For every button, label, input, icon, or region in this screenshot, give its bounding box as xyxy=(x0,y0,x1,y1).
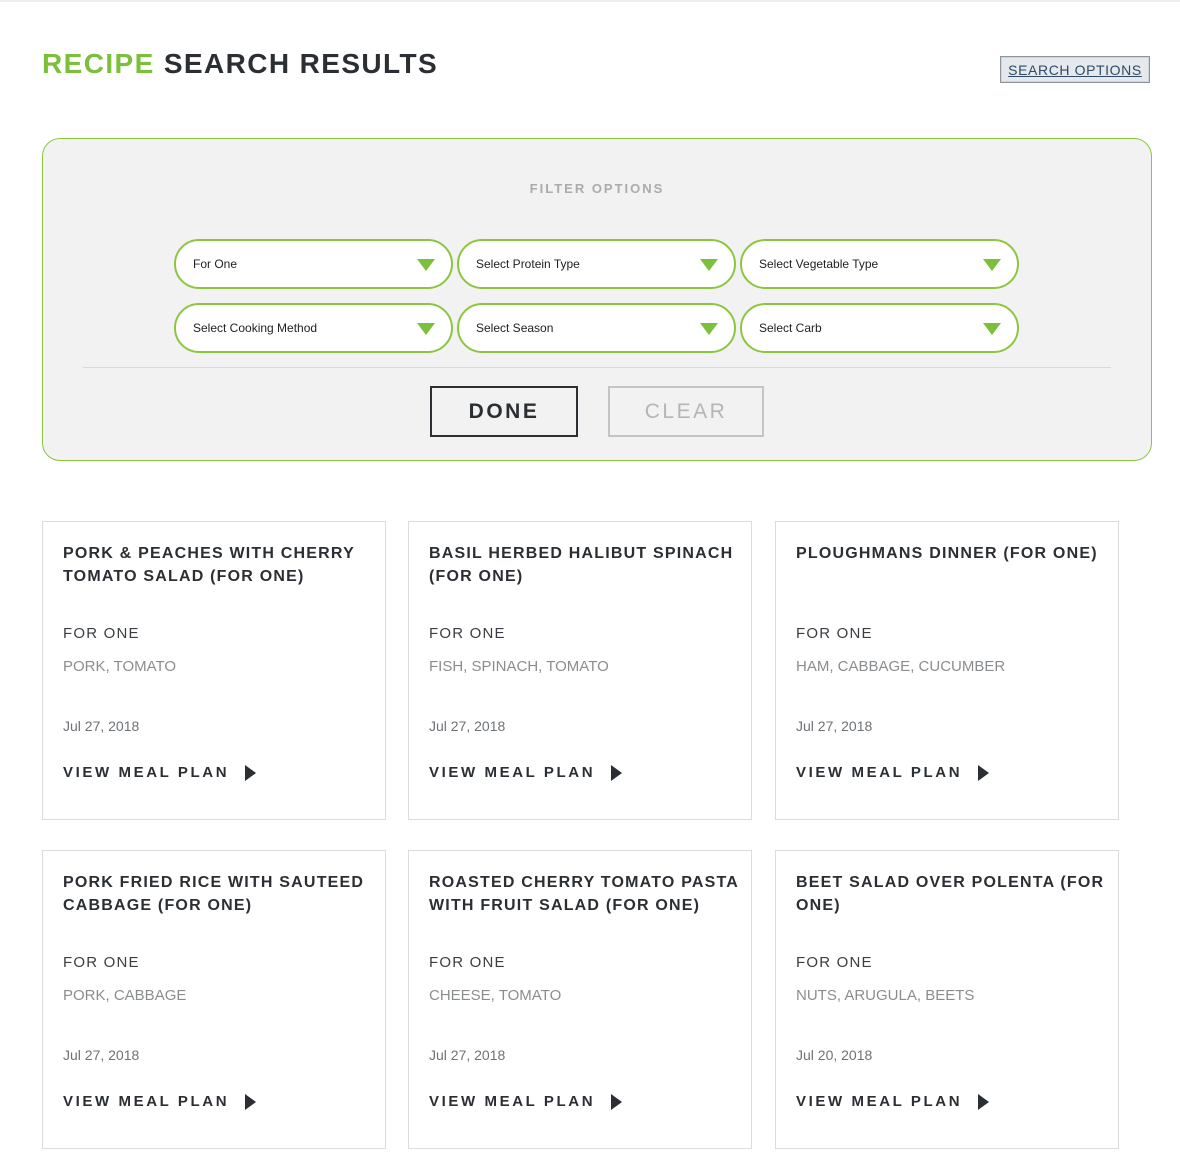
recipe-title[interactable]: ROASTED CHERRY TOMATO PASTA WITH FRUIT S… xyxy=(429,871,739,917)
play-arrow-icon xyxy=(978,764,990,781)
view-meal-plan-label: VIEW MEAL PLAN xyxy=(796,1093,963,1110)
chevron-down-icon xyxy=(700,323,718,335)
recipe-date: Jul 20, 2018 xyxy=(796,1047,873,1063)
page-title: RECIPE SEARCH RESULTS xyxy=(42,48,438,80)
recipe-title[interactable]: PLOUGHMANS DINNER (FOR ONE) xyxy=(796,542,1106,565)
recipe-serving: FOR ONE xyxy=(63,625,140,642)
play-arrow-icon xyxy=(611,764,623,781)
recipe-ingredients: PORK, TOMATO xyxy=(63,658,177,675)
page-title-rest: SEARCH RESULTS xyxy=(163,48,439,79)
view-meal-plan-label: VIEW MEAL PLAN xyxy=(63,1093,230,1110)
recipe-title[interactable]: BEET SALAD OVER POLENTA (FOR ONE) xyxy=(796,871,1106,917)
recipe-ingredients: PORK, CABBAGE xyxy=(63,987,187,1004)
play-arrow-icon xyxy=(245,764,257,781)
search-options-button[interactable]: SEARCH OPTIONS xyxy=(1000,56,1150,83)
recipe-serving: FOR ONE xyxy=(429,625,506,642)
view-meal-plan-link[interactable]: VIEW MEAL PLAN xyxy=(796,1093,990,1110)
play-arrow-icon xyxy=(245,1093,257,1110)
carb-select-value: Select Carb xyxy=(759,321,822,335)
protein-type-select[interactable]: Select Protein Type xyxy=(457,239,736,289)
recipe-ingredients: FISH, SPINACH, TOMATO xyxy=(429,658,609,675)
recipe-ingredients: HAM, CABBAGE, CUCUMBER xyxy=(796,658,1006,675)
recipe-date: Jul 27, 2018 xyxy=(63,718,140,734)
recipe-date: Jul 27, 2018 xyxy=(63,1047,140,1063)
vegetable-type-select-value: Select Vegetable Type xyxy=(759,257,879,271)
cooking-method-select-value: Select Cooking Method xyxy=(193,321,318,335)
recipe-card: PORK FRIED RICE WITH SAUTEED CABBAGE (FO… xyxy=(42,850,386,1149)
recipe-serving: FOR ONE xyxy=(63,954,140,971)
season-select[interactable]: Select Season xyxy=(457,303,736,353)
cooking-method-select[interactable]: Select Cooking Method xyxy=(174,303,453,353)
recipe-serving: FOR ONE xyxy=(796,625,873,642)
serving-size-select[interactable]: For One xyxy=(174,239,453,289)
page-title-accent: RECIPE xyxy=(42,48,155,79)
recipe-card: PORK & PEACHES WITH CHERRY TOMATO SALAD … xyxy=(42,521,386,820)
view-meal-plan-link[interactable]: VIEW MEAL PLAN xyxy=(429,1093,623,1110)
chevron-down-icon xyxy=(700,259,718,271)
view-meal-plan-link[interactable]: VIEW MEAL PLAN xyxy=(429,764,623,781)
play-arrow-icon xyxy=(611,1093,623,1110)
recipe-title[interactable]: PORK FRIED RICE WITH SAUTEED CABBAGE (FO… xyxy=(63,871,373,917)
filter-heading: FILTER OPTIONS xyxy=(529,181,665,196)
recipe-date: Jul 27, 2018 xyxy=(429,1047,506,1063)
recipe-search-page: RECIPE SEARCH RESULTS SEARCH OPTIONS FIL… xyxy=(0,0,1180,1160)
view-meal-plan-label: VIEW MEAL PLAN xyxy=(429,1093,596,1110)
carb-select[interactable]: Select Carb xyxy=(740,303,1019,353)
view-meal-plan-label: VIEW MEAL PLAN xyxy=(63,764,230,781)
vegetable-type-select[interactable]: Select Vegetable Type xyxy=(740,239,1019,289)
recipe-date: Jul 27, 2018 xyxy=(429,718,506,734)
recipe-card: BEET SALAD OVER POLENTA (FOR ONE) FOR ON… xyxy=(775,850,1119,1149)
done-button[interactable]: DONE xyxy=(430,386,578,437)
chevron-down-icon xyxy=(983,259,1001,271)
view-meal-plan-link[interactable]: VIEW MEAL PLAN xyxy=(63,764,257,781)
recipe-title[interactable]: BASIL HERBED HALIBUT SPINACH (FOR ONE) xyxy=(429,542,739,588)
recipe-card: PLOUGHMANS DINNER (FOR ONE) FOR ONE HAM,… xyxy=(775,521,1119,820)
recipe-ingredients: NUTS, ARUGULA, BEETS xyxy=(796,987,975,1004)
recipe-serving: FOR ONE xyxy=(796,954,873,971)
recipe-ingredients: CHEESE, TOMATO xyxy=(429,987,562,1004)
top-divider xyxy=(0,0,1180,2)
recipe-title[interactable]: PORK & PEACHES WITH CHERRY TOMATO SALAD … xyxy=(63,542,373,588)
view-meal-plan-link[interactable]: VIEW MEAL PLAN xyxy=(63,1093,257,1110)
clear-button[interactable]: CLEAR xyxy=(608,386,764,437)
serving-size-select-value: For One xyxy=(193,257,238,271)
chevron-down-icon xyxy=(417,259,435,271)
recipe-card: BASIL HERBED HALIBUT SPINACH (FOR ONE) F… xyxy=(408,521,752,820)
recipe-date: Jul 27, 2018 xyxy=(796,718,873,734)
recipe-serving: FOR ONE xyxy=(429,954,506,971)
chevron-down-icon xyxy=(983,323,1001,335)
view-meal-plan-link[interactable]: VIEW MEAL PLAN xyxy=(796,764,990,781)
play-arrow-icon xyxy=(978,1093,990,1110)
view-meal-plan-label: VIEW MEAL PLAN xyxy=(429,764,596,781)
view-meal-plan-label: VIEW MEAL PLAN xyxy=(796,764,963,781)
chevron-down-icon xyxy=(417,323,435,335)
recipe-card: ROASTED CHERRY TOMATO PASTA WITH FRUIT S… xyxy=(408,850,752,1149)
filter-panel: FILTER OPTIONS For One Select Protein Ty… xyxy=(42,138,1152,461)
protein-type-select-value: Select Protein Type xyxy=(476,257,580,271)
filter-divider xyxy=(83,367,1111,368)
season-select-value: Select Season xyxy=(476,321,554,335)
